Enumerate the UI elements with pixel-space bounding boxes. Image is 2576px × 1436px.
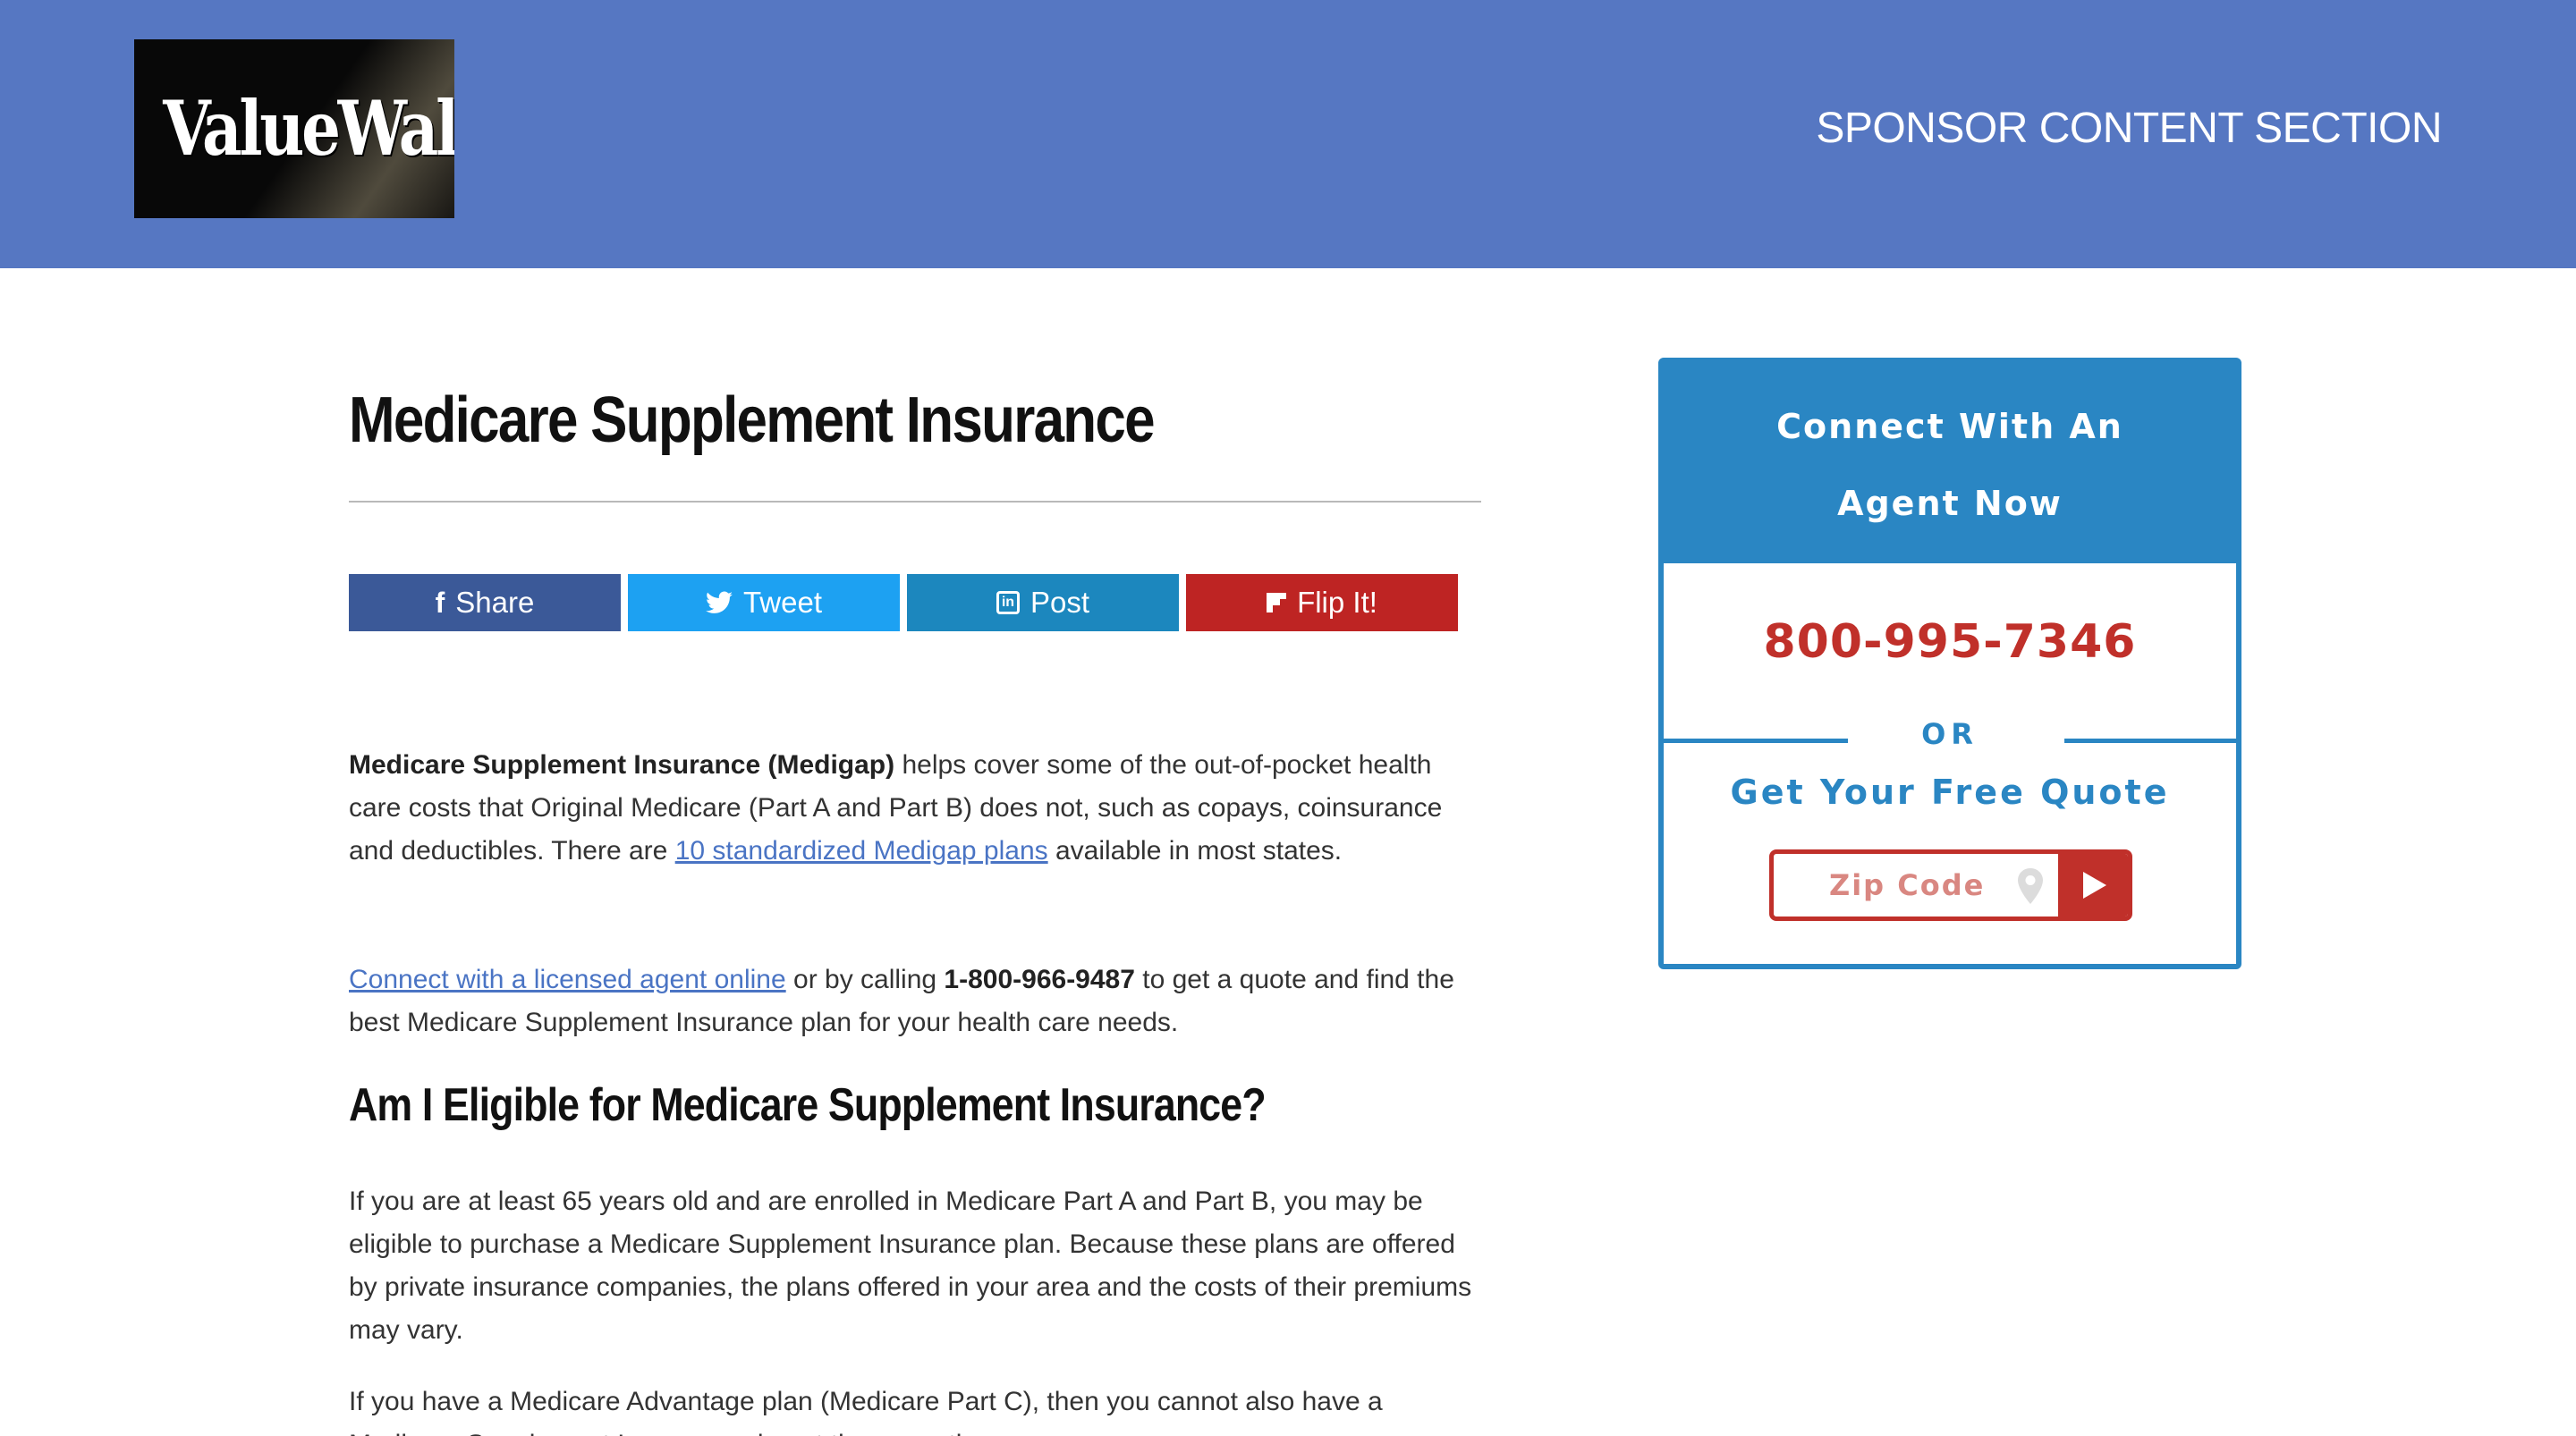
linkedin-icon: in <box>996 591 1020 614</box>
connect-agent-link[interactable]: Connect with a licensed agent online <box>349 965 786 994</box>
free-quote-label: Get Your Free Quote <box>1730 773 2170 812</box>
widget-heading-line2: Agent Now <box>1837 484 2063 523</box>
logo-text: ValueWalk <box>163 84 454 173</box>
site-header: ValueWalk SPONSOR CONTENT SECTION <box>0 0 2576 268</box>
connect-paragraph: Connect with a licensed agent online or … <box>349 959 1481 1044</box>
medigap-plans-link[interactable]: 10 standardized Medigap plans <box>675 836 1048 866</box>
connect-phone: 1-800-966-9487 <box>944 965 1135 994</box>
advantage-paragraph: If you have a Medicare Advantage plan (M… <box>349 1381 1481 1436</box>
intro-bold: Medicare Supplement Insurance (Medigap) <box>349 750 895 780</box>
twitter-icon <box>705 591 733 613</box>
article: Medicare Supplement Insurance f Share Tw… <box>349 376 1481 1436</box>
share-linkedin-button[interactable]: in Post <box>907 574 1179 631</box>
page-title: Medicare Supplement Insurance <box>349 384 1156 456</box>
location-pin-icon <box>2018 868 2043 904</box>
title-divider <box>349 501 1481 503</box>
intro-text-b: available in most states. <box>1047 836 1343 866</box>
valuewalk-logo[interactable]: ValueWalk <box>134 39 454 218</box>
flipboard-icon <box>1267 593 1287 612</box>
share-facebook-label: Share <box>455 586 535 619</box>
share-buttons: f Share Tweet in Post Flip It! <box>349 574 1458 631</box>
eligibility-text: If you are at least 65 years old and are… <box>349 1187 1472 1345</box>
share-flipboard-label: Flip It! <box>1297 586 1377 619</box>
share-twitter-label: Tweet <box>742 586 823 619</box>
widget-phone-number[interactable]: 800-995-7346 <box>1664 615 2236 669</box>
share-flipboard-button[interactable]: Flip It! <box>1186 574 1458 631</box>
eligibility-paragraph: If you are at least 65 years old and are… <box>349 1180 1481 1352</box>
connect-text-a: or by calling <box>785 965 945 994</box>
or-label: OR <box>1921 717 1979 751</box>
agent-quote-widget: Connect With An Agent Now 800-995-7346 O… <box>1658 358 2241 969</box>
zip-code-form <box>1769 849 2132 921</box>
share-twitter-button[interactable]: Tweet <box>628 574 900 631</box>
play-arrow-icon <box>2083 872 2106 899</box>
advantage-text: If you have a Medicare Advantage plan (M… <box>349 1387 1383 1436</box>
eligibility-heading: Am I Eligible for Medicare Supplement In… <box>349 1079 1267 1131</box>
share-linkedin-label: Post <box>1030 586 1090 619</box>
zip-submit-button[interactable] <box>2058 854 2128 917</box>
widget-heading: Connect With An Agent Now <box>1664 363 2236 563</box>
share-facebook-button[interactable]: f Share <box>349 574 621 631</box>
widget-heading-line1: Connect With An <box>1776 407 2123 446</box>
sponsor-content-label: SPONSOR CONTENT SECTION <box>1816 105 2442 152</box>
intro-paragraph: Medicare Supplement Insurance (Medigap) … <box>349 744 1481 873</box>
facebook-icon: f <box>435 586 445 619</box>
or-divider-right <box>2064 739 2236 743</box>
